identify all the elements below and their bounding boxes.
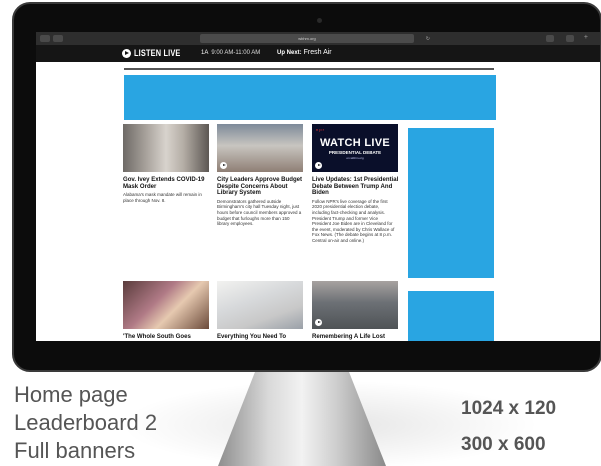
debate-text: PRESIDENTIAL DEBATE bbox=[328, 149, 382, 155]
placement-caption: Home page Leaderboard 2 Full banners bbox=[14, 381, 157, 465]
show-name: 1A bbox=[201, 50, 209, 56]
reload-icon[interactable]: ↻ bbox=[426, 36, 430, 42]
up-next[interactable]: Up Next: Fresh Air bbox=[277, 49, 332, 56]
play-icon[interactable] bbox=[220, 162, 227, 169]
article-card[interactable]: Everything You Need To bbox=[217, 281, 303, 341]
sidebar-ad-banner[interactable] bbox=[408, 128, 494, 278]
leaderboard-ad-banner[interactable] bbox=[124, 75, 496, 120]
back-button[interactable] bbox=[40, 35, 50, 42]
browser-chrome: wbhm.org ↻ + bbox=[36, 32, 600, 45]
play-icon[interactable] bbox=[315, 319, 322, 326]
leaderboard-size: 1024 x 120 bbox=[461, 398, 557, 419]
npr-logo: n p r bbox=[316, 127, 325, 132]
article-card[interactable]: City Leaders Approve Budget Despite Conc… bbox=[217, 124, 303, 227]
article-card[interactable]: Gov. Ivey Extends COVID-19 Mask Order Al… bbox=[123, 124, 209, 203]
article-thumbnail[interactable] bbox=[123, 281, 209, 329]
url-text: wbhm.org bbox=[298, 36, 316, 41]
article-headline[interactable]: Remembering A Life Lost bbox=[312, 333, 398, 341]
listen-live-bar: LISTEN LIVE 1A 9:00 AM-11:00 AM Up Next: … bbox=[36, 45, 600, 62]
up-next-show: Fresh Air bbox=[303, 49, 332, 56]
listen-live-button[interactable]: LISTEN LIVE bbox=[122, 48, 191, 58]
listen-live-label: LISTEN LIVE bbox=[134, 48, 181, 58]
article-card[interactable]: Remembering A Life Lost bbox=[312, 281, 398, 341]
article-summary: Follow NPR's live coverage of the first … bbox=[312, 198, 395, 243]
banner-size: 300 x 600 bbox=[461, 434, 546, 455]
article-headline[interactable]: Gov. Ivey Extends COVID-19 Mask Order bbox=[123, 176, 209, 190]
mockup-stage: wbhm.org ↻ + LISTEN LIVE 1A 9:00 AM-11:00… bbox=[0, 0, 601, 466]
caption-line: Full banners bbox=[14, 438, 136, 463]
show-time: 9:00 AM-11:00 AM bbox=[211, 50, 261, 56]
article-headline[interactable]: Everything You Need To bbox=[217, 333, 303, 341]
article-thumbnail[interactable] bbox=[123, 124, 209, 172]
browser-screen: wbhm.org ↻ + LISTEN LIVE 1A 9:00 AM-11:00… bbox=[36, 32, 600, 341]
article-card[interactable]: 'The Whole South Goes bbox=[123, 281, 209, 341]
article-card[interactable]: n p r WATCH LIVE PRESIDENTIAL DEBATE on … bbox=[312, 124, 398, 244]
play-icon bbox=[122, 48, 131, 58]
article-thumbnail[interactable]: n p r WATCH LIVE PRESIDENTIAL DEBATE on … bbox=[312, 124, 398, 172]
sidebar-ad-banner-2[interactable] bbox=[408, 291, 494, 341]
article-thumbnail[interactable] bbox=[217, 281, 303, 329]
address-bar[interactable]: wbhm.org bbox=[200, 34, 414, 43]
article-headline[interactable]: City Leaders Approve Budget Despite Conc… bbox=[217, 176, 303, 197]
play-icon[interactable] bbox=[315, 162, 322, 169]
size-caption: 1024 x 120 300 x 600 bbox=[461, 391, 556, 463]
caption-line: Leaderboard 2 bbox=[14, 410, 158, 435]
article-summary: Demonstrators gathered outside Birmingha… bbox=[217, 198, 302, 227]
new-tab-icon[interactable]: + bbox=[584, 34, 588, 41]
article-headline[interactable]: 'The Whole South Goes bbox=[123, 333, 209, 341]
caption-line: Home page bbox=[14, 382, 128, 407]
article-headline[interactable]: Live Updates: 1st Presidential Debate Be… bbox=[312, 176, 398, 197]
article-thumbnail[interactable] bbox=[312, 281, 398, 329]
watch-live-text: WATCH LIVE bbox=[319, 136, 390, 149]
site-text: on wbhm.org bbox=[346, 155, 364, 160]
article-thumbnail[interactable] bbox=[217, 124, 303, 172]
article-summary: Alabama's mask mandate will remain in pl… bbox=[123, 192, 202, 203]
camera-icon bbox=[317, 18, 322, 23]
up-next-label: Up Next: bbox=[277, 50, 302, 56]
tabs-button[interactable] bbox=[566, 35, 574, 42]
current-show: 1A 9:00 AM-11:00 AM bbox=[201, 50, 260, 56]
sidebar-button[interactable] bbox=[53, 35, 63, 42]
section-divider bbox=[124, 68, 494, 70]
share-button[interactable] bbox=[546, 35, 554, 42]
